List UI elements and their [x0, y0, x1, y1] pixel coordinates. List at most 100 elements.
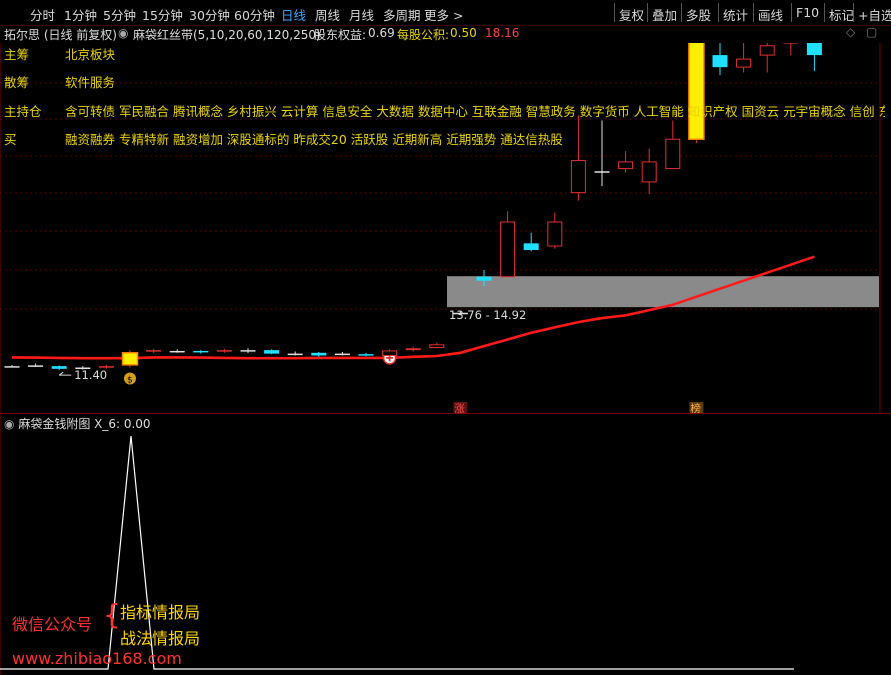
candle-body — [618, 161, 634, 170]
stock-title: 拓尔思 (日线 前复权) — [4, 28, 117, 42]
candle[interactable] — [146, 348, 162, 353]
equity-value: 0.69 — [368, 26, 395, 40]
candle-body — [28, 365, 44, 367]
candle-body — [146, 350, 162, 352]
period-tab-7[interactable]: 周线 — [315, 5, 340, 24]
toolbar-separator — [791, 3, 792, 22]
low-price-label: 11.40 — [74, 368, 107, 382]
candle[interactable] — [736, 43, 752, 73]
period-tab-9[interactable]: 多周期 — [383, 5, 421, 24]
toolbar-btn-6[interactable]: 标记 — [829, 5, 854, 24]
candle[interactable] — [287, 351, 303, 356]
candle-body — [736, 58, 752, 68]
row-label-retail: 散筹 — [4, 75, 30, 90]
candle[interactable] — [334, 352, 350, 356]
row-label-buy: 买 — [4, 132, 17, 147]
period-tab-0[interactable]: 分时 — [30, 5, 55, 24]
candle[interactable] — [51, 365, 67, 371]
candle[interactable] — [311, 352, 327, 357]
info-bar: 拓尔思 (日线 前复权) ◉ 麻袋红丝带(5,10,20,60,120,250)… — [0, 25, 891, 43]
candle[interactable] — [4, 364, 20, 368]
row-text-retail: 软件服务 — [65, 75, 116, 90]
toolbar-btn-1[interactable]: 叠加 — [652, 5, 677, 24]
toolbar-btn-7[interactable]: +自选 — [858, 5, 891, 24]
candle[interactable] — [500, 211, 516, 278]
candle[interactable] — [429, 342, 445, 349]
candle[interactable] — [688, 43, 705, 144]
period-tab-1[interactable]: 1分钟 — [64, 5, 97, 24]
candle-body — [169, 350, 185, 353]
candle-body — [358, 354, 374, 356]
period-toolbar: 分时 1分钟 5分钟 15分钟 30分钟 60分钟 日线 周线 月线 多周期 更多 > 复权 叠加 多股统… — [0, 0, 891, 26]
period-tab-3[interactable]: 15分钟 — [142, 5, 183, 24]
candle[interactable] — [712, 43, 728, 76]
candle[interactable] — [570, 115, 586, 201]
period-tab-6[interactable]: 日线 — [281, 5, 306, 24]
candle-body — [240, 350, 256, 352]
period-tab-5[interactable]: 60分钟 — [234, 5, 275, 24]
candle[interactable] — [358, 352, 374, 357]
wm-url: www.zhibiao168.com — [12, 649, 182, 668]
candlestick-chart[interactable]: 13.76 - 14.9225.5011.40$涨榜 — [0, 43, 891, 413]
money-bag-symbol: $ — [127, 376, 133, 386]
candle-body — [759, 45, 775, 56]
wm-line2: 战法情报局 — [120, 629, 201, 648]
indicator-name: 麻袋红丝带(5,10,20,60,120,250) — [133, 28, 321, 42]
toolbar-btn-0[interactable]: 复权 — [619, 5, 644, 24]
candle-body — [547, 221, 563, 247]
candle-body — [193, 350, 209, 353]
candle[interactable] — [618, 151, 634, 173]
indicator-dropdown-icon[interactable]: ◉ — [118, 26, 128, 40]
candle[interactable] — [783, 43, 799, 56]
window-icon[interactable]: ▢ — [866, 25, 877, 39]
candle-body — [264, 350, 280, 354]
period-tab-10[interactable]: 更多 > — [424, 5, 463, 24]
toolbar-separator — [824, 3, 825, 22]
candle[interactable] — [193, 350, 209, 354]
period-tab-4[interactable]: 30分钟 — [189, 5, 230, 24]
toolbar-btn-3[interactable]: 统计 — [723, 5, 748, 24]
reserve-label: 每股公积: — [397, 28, 450, 42]
toolbar-separator — [753, 3, 754, 22]
candle[interactable] — [759, 43, 775, 73]
period-tab-2[interactable]: 5分钟 — [103, 5, 136, 24]
period-tab-8[interactable]: 月线 — [349, 5, 374, 24]
price-value: 18.16 — [485, 26, 520, 40]
candle[interactable] — [523, 232, 539, 252]
support-zone-box — [447, 276, 879, 308]
toolbar-separator — [647, 3, 648, 22]
diamond-icon[interactable]: ◇ — [846, 25, 855, 39]
candle-body — [382, 350, 398, 356]
candle-body — [523, 243, 539, 251]
candle[interactable] — [240, 348, 256, 353]
candle[interactable] — [28, 363, 44, 367]
candle[interactable] — [121, 350, 139, 368]
candle[interactable] — [405, 346, 421, 352]
row-label-holding: 主持仓 — [4, 104, 42, 119]
candle[interactable] — [665, 120, 681, 170]
candle-body — [4, 366, 20, 368]
candle-body — [641, 161, 657, 183]
candle-body — [287, 353, 303, 356]
toolbar-btn-4[interactable]: 画线 — [758, 5, 783, 24]
wm-wechat-label: 微信公众号 — [12, 615, 93, 634]
toolbar-btn-2[interactable]: 多股 — [686, 5, 711, 24]
wm-line1: 指标情报局 — [120, 603, 201, 622]
candle[interactable] — [547, 212, 563, 249]
candle[interactable] — [382, 349, 398, 357]
candle[interactable] — [216, 348, 232, 353]
candle[interactable] — [264, 349, 280, 355]
candle[interactable] — [641, 148, 657, 194]
row-label-main: 主筹 — [4, 47, 30, 62]
toolbar-separator — [853, 3, 854, 22]
candle-body — [334, 353, 350, 356]
toolbar-btn-5[interactable]: F10 — [796, 5, 819, 20]
row-text-holding: 含可转债 军民融合 腾讯概念 乡村振兴 云计算 信息安全 大数据 数据中心 互联… — [65, 104, 885, 119]
candle[interactable] — [806, 43, 822, 72]
toolbar-separator — [614, 3, 615, 22]
candle[interactable] — [169, 349, 185, 353]
zone-range-label: 13.76 - 14.92 — [449, 308, 526, 322]
row-text-main: 北京板块 — [65, 47, 116, 62]
candle[interactable] — [594, 120, 610, 186]
candle-body — [665, 138, 681, 170]
